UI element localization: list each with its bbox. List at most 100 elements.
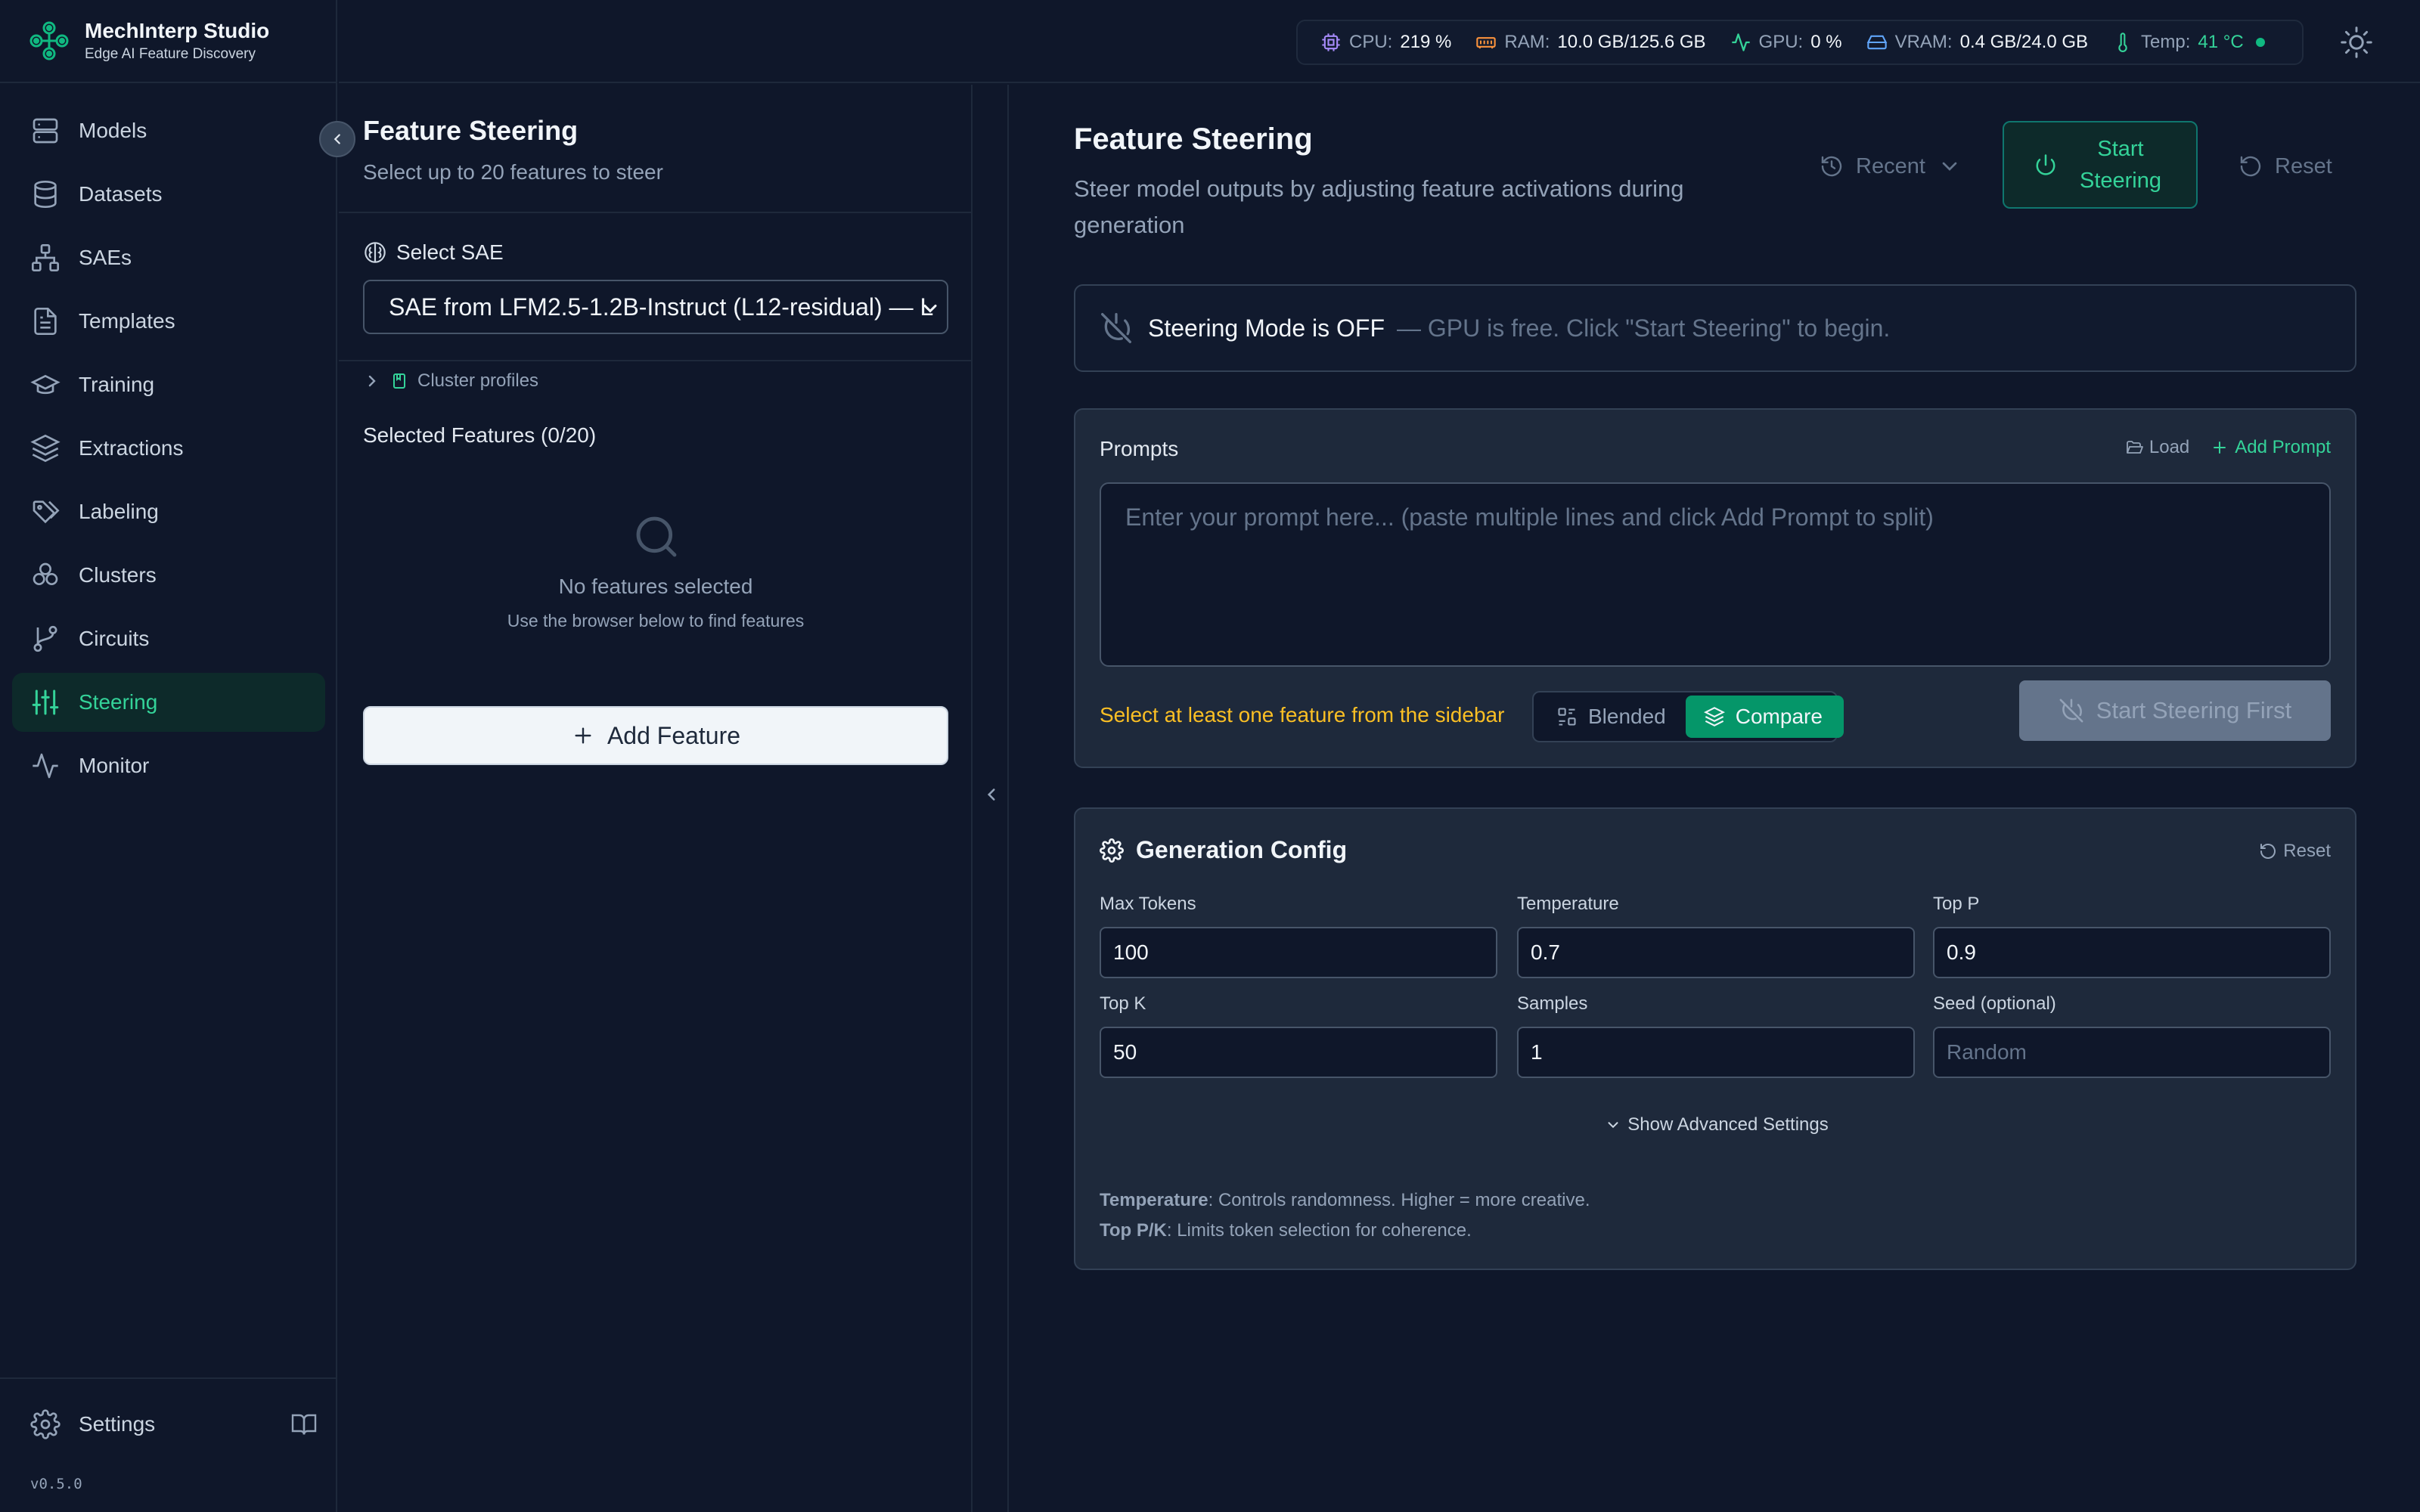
- mode-status-hint: — GPU is free. Click "Start Steering" to…: [1397, 314, 1891, 342]
- max-tokens-input[interactable]: 100: [1100, 927, 1497, 978]
- sae-select-value: SAE from LFM2.5-1.2B-Instruct (L12-resid…: [389, 293, 934, 321]
- recent-dropdown[interactable]: Recent: [1820, 148, 1962, 184]
- activity-icon: [33, 753, 58, 779]
- app-title: MechInterp Studio: [85, 19, 270, 42]
- start-steering-first-label: Start Steering First: [2096, 697, 2292, 723]
- field-label: Max Tokens: [1100, 894, 1196, 914]
- field-label: Temperature: [1517, 894, 1619, 914]
- metric-label: GPU:: [1758, 32, 1804, 52]
- sidebar-item-labeling[interactable]: Labeling: [12, 482, 325, 541]
- steering-mode-status: Steering Mode is OFF — GPU is free. Clic…: [1074, 284, 2356, 372]
- add-feature-button[interactable]: Add Feature: [363, 706, 948, 765]
- reset-label: Reset: [2275, 153, 2332, 178]
- top-p-input[interactable]: 0.9: [1933, 927, 2331, 978]
- sae-select[interactable]: SAE from LFM2.5-1.2B-Instruct (L12-resid…: [363, 280, 948, 334]
- sidebar-item-label: Monitor: [79, 754, 150, 777]
- sidebar-item-training[interactable]: Training: [12, 355, 325, 414]
- config-reset-label: Reset: [2283, 841, 2331, 861]
- sidebar-item-clusters[interactable]: Clusters: [12, 546, 325, 605]
- load-prompts-button[interactable]: Load: [2125, 437, 2189, 458]
- sidebar-item-label: Training: [79, 373, 155, 396]
- max-tokens-field: Max Tokens 100: [1100, 894, 1497, 978]
- show-advanced-toggle[interactable]: Show Advanced Settings: [1075, 1114, 2358, 1136]
- prompts-card: Prompts Load Add Prompt Enter your promp…: [1074, 408, 2356, 768]
- add-prompt-button[interactable]: Add Prompt: [2211, 437, 2331, 458]
- start-steering-first-button[interactable]: Start Steering First: [2019, 680, 2331, 741]
- cluster-profiles-toggle[interactable]: Cluster profiles: [363, 363, 538, 399]
- prompt-input[interactable]: Enter your prompt here... (paste multipl…: [1100, 482, 2331, 667]
- sidebar-item-templates[interactable]: Templates: [12, 292, 325, 351]
- blended-option[interactable]: Blended: [1537, 696, 1686, 738]
- chevron-right-icon: [368, 375, 376, 387]
- add-feature-label: Add Feature: [607, 721, 741, 749]
- sun-icon[interactable]: [2340, 26, 2373, 59]
- selected-features-title: Selected Features (0/20): [363, 423, 597, 447]
- help-line-temperature: Temperature: Controls randomness. Higher…: [1100, 1185, 1590, 1216]
- seed-input[interactable]: Random: [1933, 1027, 2331, 1078]
- start-steering-button[interactable]: Start Steering: [2003, 121, 2198, 209]
- sidebar-item-circuits[interactable]: Circuits: [12, 609, 325, 668]
- recent-label: Recent: [1856, 153, 1925, 178]
- status-dot: [2255, 38, 2265, 47]
- brand[interactable]: MechInterp Studio Edge AI Feature Discov…: [0, 0, 336, 83]
- power-icon: [2036, 154, 2055, 175]
- metric-label: Temp:: [2141, 32, 2191, 52]
- file-text-icon: [34, 308, 57, 335]
- generation-config-card: Generation Config Reset Max Tokens 100 T…: [1074, 807, 2356, 1270]
- panel-collapse-handle[interactable]: [974, 85, 1009, 1512]
- field-label: Samples: [1517, 993, 1588, 1014]
- help-text: : Controls randomness. Higher = more cre…: [1208, 1190, 1590, 1210]
- metric-value: 41 °C: [2198, 32, 2244, 52]
- temperature-field: Temperature 0.7: [1517, 894, 1915, 978]
- chevron-down-icon: [923, 304, 937, 313]
- git-branch-icon: [33, 625, 57, 652]
- metric-value: 0 %: [1810, 32, 1842, 52]
- feature-warning: Select at least one feature from the sid…: [1100, 703, 1505, 727]
- sidebar-item-settings[interactable]: Settings: [30, 1406, 318, 1442]
- temperature-input[interactable]: 0.7: [1517, 927, 1915, 978]
- sidebar-item-steering[interactable]: Steering: [12, 673, 325, 732]
- sidebar-item-saes[interactable]: SAEs: [12, 228, 325, 287]
- sidebar-item-models[interactable]: Models: [12, 101, 325, 160]
- metric-value: 219 %: [1400, 32, 1452, 52]
- divider: [339, 360, 973, 361]
- plus-icon: [575, 727, 591, 744]
- reset-button[interactable]: Reset: [2238, 148, 2332, 184]
- book-open-icon[interactable]: [290, 1411, 318, 1438]
- prompts-actions: Load Add Prompt: [2125, 437, 2331, 458]
- sidebar-collapse-button[interactable]: [319, 121, 355, 157]
- memory-icon: [1476, 37, 1497, 49]
- prompts-title: Prompts: [1100, 437, 1179, 460]
- metric-label: RAM:: [1504, 32, 1550, 52]
- samples-input[interactable]: 1: [1517, 1027, 1915, 1078]
- activity-icon: [1731, 33, 1750, 51]
- field-label: Seed (optional): [1933, 993, 2056, 1014]
- chevron-left-icon: [334, 134, 340, 144]
- folder-open-icon: [2126, 441, 2143, 454]
- app-subtitle: Edge AI Feature Discovery: [85, 46, 256, 62]
- add-prompt-label: Add Prompt: [2235, 437, 2331, 457]
- chevron-down-icon: [1942, 162, 1957, 171]
- samples-field: Samples 1: [1517, 993, 1915, 1078]
- sidebar-item-label: Extractions: [79, 436, 184, 460]
- compare-option[interactable]: Compare: [1685, 696, 1844, 738]
- app-logo-icon: [29, 21, 69, 60]
- sidebar-item-label: Circuits: [79, 627, 150, 650]
- sidebar-footer: Settings v0.5.0: [0, 1377, 337, 1512]
- config-reset-button[interactable]: Reset: [2259, 841, 2331, 862]
- sidebar-item-monitor[interactable]: Monitor: [12, 736, 325, 795]
- feature-panel-subtitle: Select up to 20 features to steer: [363, 160, 663, 184]
- sidebar-item-datasets[interactable]: Datasets: [12, 165, 325, 224]
- power-off-icon: [2059, 699, 2083, 723]
- field-label: Top P: [1933, 894, 1980, 914]
- top-k-input[interactable]: 50: [1100, 1027, 1497, 1078]
- sidebar-item-label: Clusters: [79, 563, 157, 587]
- sidebar-item-extractions[interactable]: Extractions: [12, 419, 325, 478]
- prompt-placeholder: Enter your prompt here... (paste multipl…: [1125, 503, 1934, 531]
- metric-label: CPU:: [1349, 32, 1393, 52]
- top-k-field: Top K 50: [1100, 993, 1497, 1078]
- network-icon: [32, 244, 59, 271]
- graduation-cap-icon: [30, 374, 60, 395]
- sidebar-item-label: Templates: [79, 309, 175, 333]
- mode-status-text: Steering Mode is OFF: [1148, 314, 1385, 342]
